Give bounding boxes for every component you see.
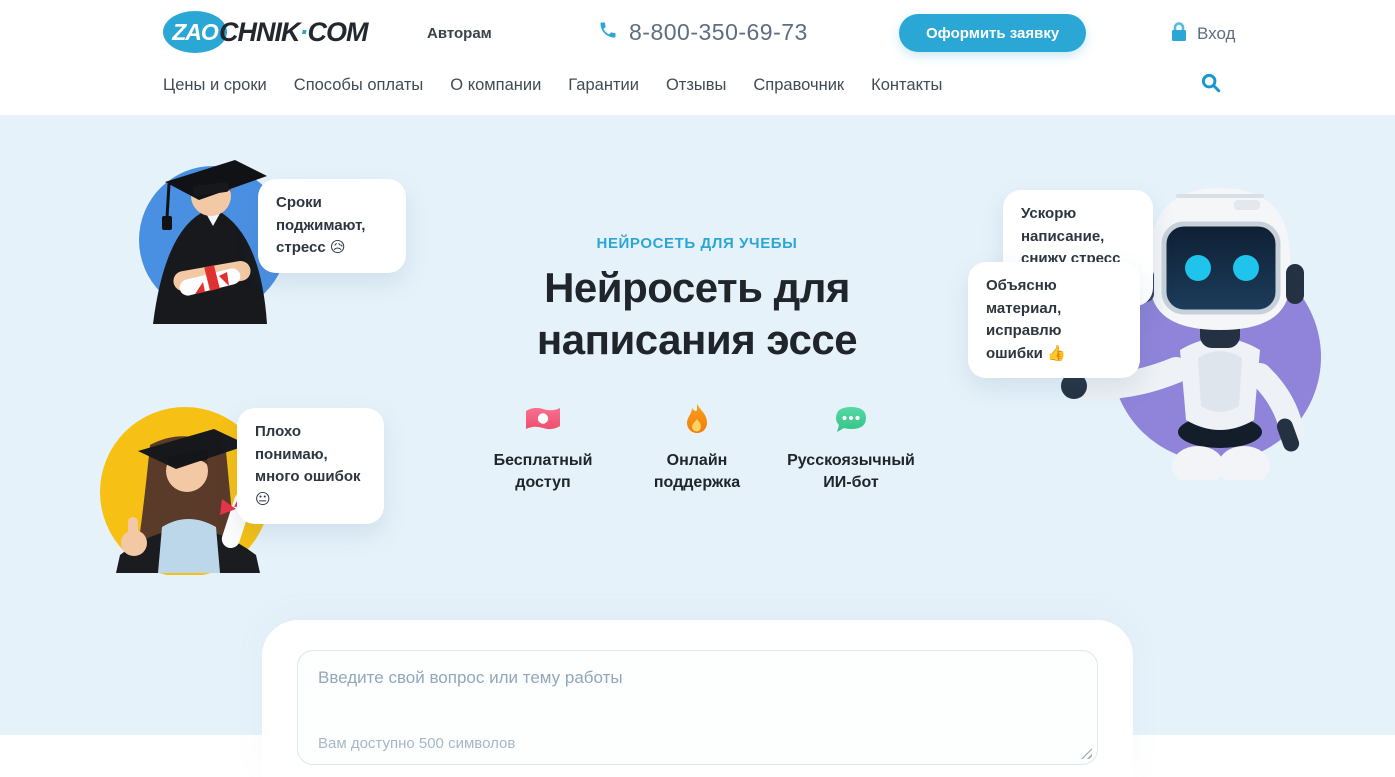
nav-item-guarantee[interactable]: Гарантии — [568, 76, 639, 95]
page-title: Нейросеть для написания эссе — [487, 262, 907, 366]
nav-item-handbook[interactable]: Справочник — [753, 76, 844, 95]
char-limit-hint: Вам доступно 500 символов — [318, 735, 515, 752]
logo-zao-badge: ZAO — [163, 11, 227, 53]
nav-item-reviews[interactable]: Отзывы — [666, 76, 726, 95]
hero-eyebrow: НЕЙРОСЕТЬ ДЛЯ УЧЕБЫ — [467, 235, 927, 252]
logo-dot: · — [300, 17, 308, 47]
nav-item-payment[interactable]: Способы оплаты — [294, 76, 424, 95]
header: ZAO CHNIK·COM Авторам 8-800-350-69-73 Оф… — [0, 0, 1395, 115]
feature-online-support: Онлайн поддержка — [622, 402, 772, 493]
page: ZAO CHNIK·COM Авторам 8-800-350-69-73 Оф… — [0, 0, 1395, 777]
features-row: Бесплатный доступ Онлайн поддержка — [468, 402, 926, 493]
chat-card: Вам доступно 500 символов — [262, 620, 1133, 777]
topic-input[interactable] — [298, 651, 1097, 723]
login-link[interactable]: Вход — [1170, 21, 1235, 47]
logo-text: CHNIK·COM — [219, 17, 368, 48]
phone-link[interactable]: 8-800-350-69-73 — [598, 19, 808, 46]
search-icon[interactable] — [1199, 72, 1223, 96]
feature-russian-bot: Русскоязычный ИИ-бот — [776, 402, 926, 493]
flag-icon — [523, 402, 563, 438]
login-label: Вход — [1197, 24, 1235, 44]
speech-bubble-deadlines: Сроки поджимают, стресс 😥 — [258, 179, 406, 273]
nav-item-company[interactable]: О компании — [450, 76, 541, 95]
speech-bubble-explain: Объясню материал, исправлю ошибки 👍 — [968, 262, 1140, 378]
feature-label: Русскоязычный ИИ-бот — [776, 450, 926, 493]
resize-handle[interactable] — [1081, 748, 1092, 759]
student-photo-male — [95, 148, 285, 333]
order-request-button[interactable]: Оформить заявку — [899, 14, 1086, 52]
main-nav: Цены и сроки Способы оплаты О компании Г… — [163, 76, 942, 95]
feature-label: Бесплатный доступ — [468, 450, 618, 493]
authors-link[interactable]: Авторам — [427, 25, 492, 42]
feature-free-access: Бесплатный доступ — [468, 402, 618, 493]
lock-icon — [1170, 21, 1188, 47]
chat-icon — [833, 402, 869, 438]
topic-input-box: Вам доступно 500 символов — [297, 650, 1098, 765]
nav-item-prices[interactable]: Цены и сроки — [163, 76, 267, 95]
nav-item-contacts[interactable]: Контакты — [871, 76, 942, 95]
phone-icon — [598, 20, 618, 45]
logo[interactable]: ZAO CHNIK·COM — [163, 11, 368, 53]
feature-label: Онлайн поддержка — [622, 450, 772, 493]
speech-bubble-mistakes: Плохо понимаю, много ошибок 😐 — [237, 408, 384, 524]
fire-icon — [683, 402, 711, 438]
phone-number: 8-800-350-69-73 — [629, 19, 808, 46]
